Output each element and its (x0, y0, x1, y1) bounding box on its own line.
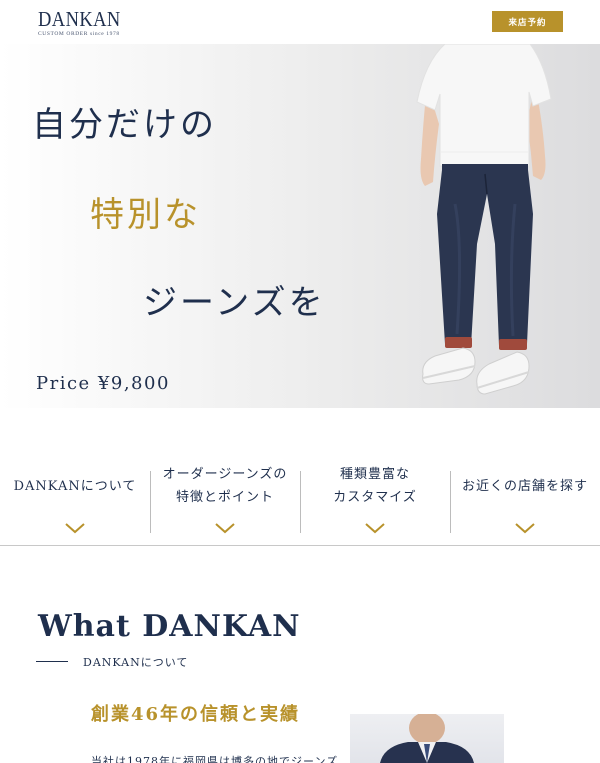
model-photo (416, 44, 552, 395)
section-title: What DANKAN (38, 609, 301, 644)
nav-item-label: お近くの店舗を探す (461, 478, 588, 494)
logo[interactable]: DANKAN CUSTOM ORDER since 1978 (38, 8, 132, 37)
nav-item-label: 種類豊富な カスタマイズ (333, 467, 417, 505)
hero-headline-line3: ジーンズを (143, 283, 326, 323)
chevron-down-icon (215, 523, 235, 534)
nav-item-customize[interactable]: 種類豊富な カスタマイズ (300, 461, 450, 545)
hero-banner: 自分だけの 特別な ジーンズを Price ¥9,800 (0, 44, 600, 408)
nav-item-about[interactable]: DANKANについて (0, 461, 150, 545)
nav-item-label: オーダージーンズの 特徴とポイント (162, 467, 288, 505)
hero-headline-line1: 自分だけの (32, 105, 217, 145)
chevron-down-icon (65, 523, 85, 534)
logo-tagline: CUSTOM ORDER since 1978 (38, 31, 120, 37)
chevron-down-icon (365, 523, 385, 534)
about-body-text: 当社は1978年に福岡県は博多の地でジーンズ (91, 755, 339, 763)
suit-photo (350, 714, 504, 763)
visit-reservation-button[interactable]: 来店予約 (492, 11, 563, 32)
section-subtitle: DANKANについて (83, 656, 189, 669)
about-heading: 創業46年の信頼と実績 (91, 704, 301, 725)
nav-item-store-search[interactable]: お近くの店舗を探す (450, 461, 600, 545)
logo-text: DANKAN (38, 7, 121, 31)
nav-item-label: DANKANについて (13, 478, 137, 494)
divider (36, 661, 68, 662)
section-nav: DANKANについて オーダージーンズの 特徴とポイント 種類豊富な カスタマイ… (0, 461, 600, 546)
hero-price: Price ¥9,800 (36, 373, 170, 394)
site-header: DANKAN CUSTOM ORDER since 1978 来店予約 (0, 0, 600, 44)
nav-item-features[interactable]: オーダージーンズの 特徴とポイント (150, 461, 300, 545)
hero-headline-line2: 特別な (90, 195, 201, 235)
chevron-down-icon (515, 523, 535, 534)
